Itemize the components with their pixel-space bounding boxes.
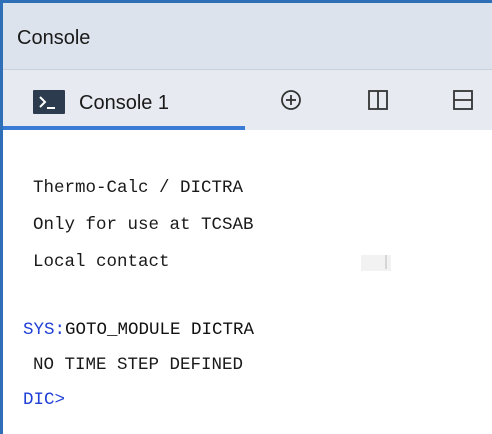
console-line: Local contact (33, 252, 170, 272)
split-vertical-icon (366, 88, 390, 117)
window-title: Console (17, 27, 91, 49)
dic-prompt[interactable]: DIC> (23, 390, 65, 410)
console-line: Thermo-Calc / DICTRA (33, 178, 244, 198)
redacted-contact-mark (385, 255, 387, 269)
console-line: Only for use at TCSAB (33, 215, 254, 235)
tab-bar: Console 1 (3, 70, 492, 130)
console-prompt-icon (33, 90, 65, 114)
tab-console-1[interactable]: Console 1 (3, 70, 245, 130)
sys-prompt: SYS: (23, 320, 66, 340)
split-horizontal-button[interactable] (443, 84, 483, 120)
title-bar: Console (3, 3, 492, 70)
command-response: NO TIME STEP DEFINED (33, 355, 244, 375)
circle-plus-icon (279, 88, 303, 117)
command-text: GOTO_MODULE DICTRA (65, 320, 255, 340)
split-vertical-button[interactable] (358, 84, 398, 120)
split-horizontal-icon (451, 88, 475, 117)
console-output[interactable]: Thermo-Calc / DICTRA Only for use at TCS… (3, 130, 492, 434)
command-line: SYS:GOTO_MODULE DICTRA (23, 320, 254, 340)
tab-label: Console 1 (79, 92, 170, 114)
add-console-button[interactable] (271, 84, 311, 120)
